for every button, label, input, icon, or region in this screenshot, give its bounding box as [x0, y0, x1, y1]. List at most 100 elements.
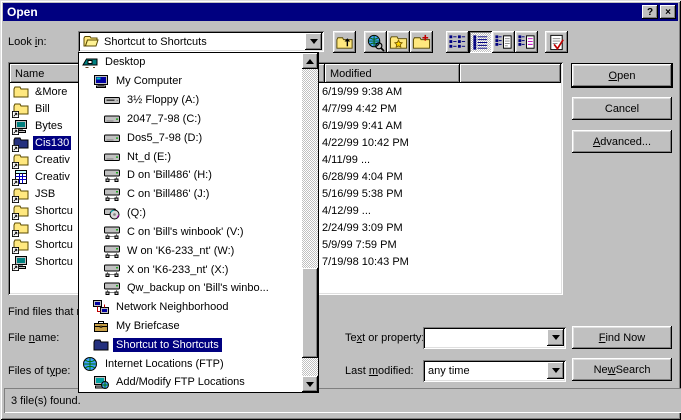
dropdown-item[interactable]: D on 'Bill486' (H:) [79, 166, 302, 185]
look-in-dropdown: Desktop My Computer 3½ Floppy (A:) 2047_7-9… [78, 52, 319, 393]
shortcut-arrow-icon [12, 230, 19, 237]
dropdown-item-label: Qw_backup on 'Bill's winbo... [124, 281, 272, 295]
netdrive-icon [104, 224, 120, 240]
folder-icon [13, 186, 29, 202]
dropdown-item[interactable]: C on 'Bill's winbook' (V:) [79, 222, 302, 241]
folder-icon [13, 203, 29, 219]
dropdown-item-label: X on 'K6-233_nt' (X:) [124, 263, 231, 277]
dropdown-item-label: 2047_7-98 (C:) [124, 112, 204, 126]
file-modified: 4/7/99 4:42 PM [320, 103, 452, 115]
dropdown-item[interactable]: Shortcut to Shortcuts [79, 335, 302, 354]
list-view-button[interactable] [446, 31, 469, 53]
dropdown-item-label: (Q:) [124, 206, 149, 220]
dropdown-item[interactable]: Network Neighborhood [79, 298, 302, 317]
properties-view-button[interactable] [492, 31, 515, 53]
globe-icon [82, 356, 98, 372]
dropdown-item[interactable]: My Briefcase [79, 317, 302, 336]
shortcut-arrow-icon [12, 179, 19, 186]
scrollbar-thumb[interactable] [302, 268, 318, 358]
dropdown-item[interactable]: X on 'K6-233_nt' (X:) [79, 260, 302, 279]
title-bar[interactable]: Open ? × [3, 3, 678, 21]
file-name: Shortcu [33, 255, 75, 269]
scroll-up-button[interactable] [302, 53, 318, 69]
last-modified-dropdown-arrow[interactable] [547, 362, 564, 379]
file-name: Creativ [33, 153, 72, 167]
open-folder-icon [83, 34, 99, 50]
dropdown-item[interactable]: 2047_7-98 (C:) [79, 109, 302, 128]
search-web-button[interactable] [364, 31, 387, 53]
netdrive-icon [104, 280, 120, 296]
folder-icon [13, 84, 29, 100]
help-button[interactable]: ? [642, 5, 658, 19]
preview-view-button[interactable] [515, 31, 538, 53]
preview-view-icon [517, 33, 536, 52]
look-in-combobox[interactable]: Shortcut to Shortcuts [78, 31, 324, 52]
dropdown-item-label: My Computer [113, 74, 185, 88]
dropdown-item[interactable]: C on 'Bill486' (J:) [79, 185, 302, 204]
toolbar [333, 31, 568, 53]
up-one-level-button[interactable] [333, 31, 356, 53]
folder-icon [13, 101, 29, 117]
drive-icon [104, 130, 120, 146]
new-search-button[interactable]: New Search [572, 358, 672, 381]
text-or-property-combobox[interactable] [423, 327, 566, 349]
drive-icon [104, 149, 120, 165]
close-button[interactable]: × [660, 5, 676, 19]
dropdown-item[interactable]: Internet Locations (FTP) [79, 354, 302, 373]
file-modified: 6/28/99 4:04 PM [320, 171, 452, 183]
dropdown-item[interactable]: Add/Modify FTP Locations [79, 373, 302, 392]
details-view-button[interactable] [469, 31, 492, 53]
file-modified: 6/19/99 9:38 AM [320, 86, 452, 98]
dropdown-item[interactable]: My Computer [79, 72, 302, 91]
commands-settings-button[interactable] [545, 31, 568, 53]
dropdown-scrollbar[interactable] [302, 53, 318, 392]
list-view-icon [448, 33, 467, 52]
commands-settings-icon [547, 33, 566, 52]
open-dialog: Open ? × Look in: Shortcut to Shortcuts … [0, 0, 681, 420]
look-in-label: Look in: [8, 36, 47, 48]
column-header-modified[interactable]: Modified [325, 64, 460, 83]
dropdown-item[interactable]: Dos5_7-98 (D:) [79, 128, 302, 147]
floppy-icon [104, 92, 120, 108]
advanced-button[interactable]: Advanced... [572, 130, 672, 153]
dropdown-item[interactable]: (Q:) [79, 204, 302, 223]
last-modified-label: Last modified: [345, 365, 414, 377]
find-now-button[interactable]: Find Now [572, 326, 672, 349]
chevron-up-icon [306, 59, 314, 64]
shortcut-arrow-icon [12, 128, 19, 135]
look-in-dropdown-arrow[interactable] [305, 33, 322, 50]
dropdown-item-label: Desktop [102, 55, 148, 69]
scroll-down-button[interactable] [302, 376, 318, 392]
program-icon [13, 254, 29, 270]
shortcut-arrow-icon [12, 264, 19, 271]
dropdown-item[interactable]: Desktop [79, 53, 302, 72]
look-in-favorites-button[interactable] [387, 31, 410, 53]
dropdown-item-label: Network Neighborhood [113, 300, 232, 314]
file-name: Bytes [33, 119, 65, 133]
folder-dark-icon [13, 135, 29, 151]
add-to-favorites-button[interactable] [410, 31, 433, 53]
netdrive-icon [104, 243, 120, 259]
last-modified-combobox[interactable]: any time [423, 360, 566, 382]
shortcut-arrow-icon [12, 111, 19, 118]
column-header-blank[interactable] [460, 64, 561, 83]
open-button[interactable]: Open [571, 63, 673, 88]
shortcut-arrow-icon [12, 247, 19, 254]
shortcut-arrow-icon [12, 145, 19, 152]
file-name: Shortcu [33, 204, 75, 218]
chevron-down-icon [552, 335, 560, 340]
cancel-button[interactable]: Cancel [572, 97, 672, 120]
file-name-label: File name: [8, 332, 59, 344]
text-or-property-dropdown-arrow[interactable] [547, 329, 564, 346]
dropdown-item[interactable]: 3½ Floppy (A:) [79, 91, 302, 110]
dropdown-item[interactable]: W on 'K6-233_nt' (W:) [79, 241, 302, 260]
search-web-icon [366, 33, 385, 52]
last-modified-value: any time [428, 365, 470, 377]
add-favorites-icon [412, 33, 431, 52]
dropdown-item[interactable]: Qw_backup on 'Bill's winbo... [79, 279, 302, 298]
netdrive-icon [104, 186, 120, 202]
file-modified: 4/11/99 ... [320, 154, 452, 166]
folder-icon [13, 237, 29, 253]
program-icon [13, 118, 29, 134]
dropdown-item[interactable]: Nt_d (E:) [79, 147, 302, 166]
